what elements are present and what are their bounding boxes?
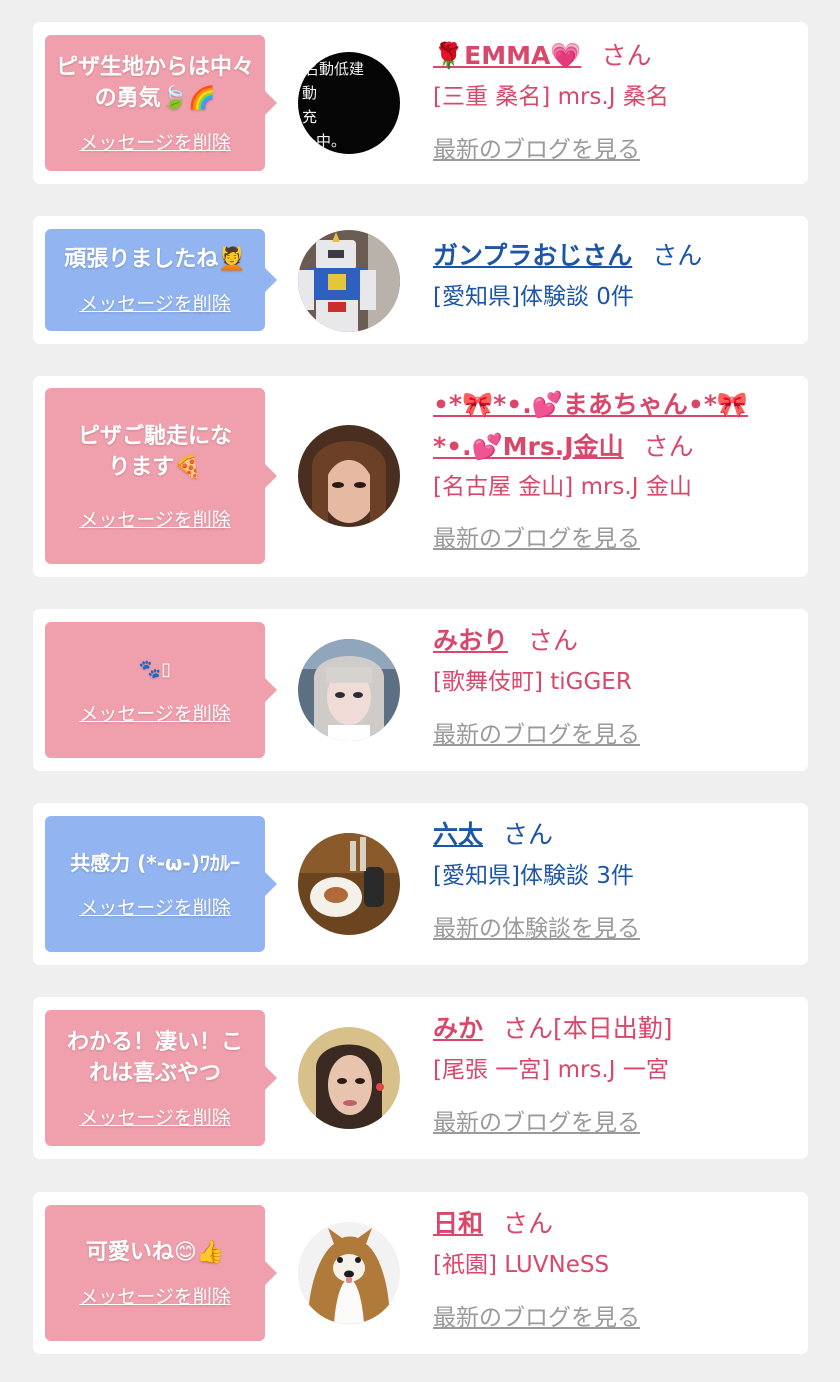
user-info: ガンプラおじさん さん [愛知県]体験談 0件 xyxy=(433,234,792,314)
user-avatar[interactable] xyxy=(298,833,400,935)
shop-label: [名古屋 金山] mrs.J 金山 xyxy=(433,474,692,500)
latest-blog-link[interactable]: 最新のブログを見る xyxy=(433,1106,792,1140)
message-text: 可愛いね😊👍 xyxy=(85,1240,225,1265)
message-bubble: 共感力 (*-ω-)ﾜｶﾙｰ メッセージを削除 xyxy=(45,816,277,952)
honorific: さん xyxy=(652,241,703,270)
user-info: 六太 さん [愛知県]体験談 3件 最新の体験談を見る xyxy=(433,813,792,946)
user-avatar[interactable] xyxy=(298,1027,400,1129)
woman-avatar-icon xyxy=(298,1027,400,1129)
shop-label: [愛知県]体験談 0件 xyxy=(433,284,634,310)
delete-message-link[interactable]: メッセージを削除 xyxy=(79,128,231,155)
user-name-link[interactable]: 六太 xyxy=(433,820,483,849)
user-name-link[interactable]: 日和 xyxy=(433,1209,483,1238)
food-plate-avatar-icon xyxy=(298,833,400,935)
honorific: さん xyxy=(528,626,579,655)
delete-message-link[interactable]: メッセージを削除 xyxy=(79,505,231,532)
message-text: ピザご馳走になります🍕 xyxy=(77,423,232,480)
message-card: 頑張りましたね💆 メッセージを削除 ガンプラおじさん さん [愛知県]体験談 0件 xyxy=(33,216,808,344)
message-card: ピザ生地からは中々の勇気🍃🌈 メッセージを削除 名動低建 動 充 中。 🌹EMM… xyxy=(33,22,808,184)
message-bubble: ピザ生地からは中々の勇気🍃🌈 メッセージを削除 xyxy=(45,35,277,171)
woman-avatar-icon xyxy=(298,425,400,527)
honorific: さん[本日出勤] xyxy=(503,1014,673,1043)
user-avatar[interactable] xyxy=(298,230,400,332)
shop-label: [歌舞伎町] tiGGER xyxy=(433,669,632,695)
message-text: わかる！凄い！これは喜ぶやつ xyxy=(66,1029,243,1086)
latest-blog-link[interactable]: 最新のブログを見る xyxy=(433,718,792,752)
message-text: ピザ生地からは中々の勇気🍃🌈 xyxy=(55,54,254,111)
message-bubble: 可愛いね😊👍 メッセージを削除 xyxy=(45,1205,277,1341)
user-name-link[interactable]: 🌹EMMA💗 xyxy=(433,41,581,70)
message-bubble: 頑張りましたね💆 メッセージを削除 xyxy=(45,229,277,331)
delete-message-link[interactable]: メッセージを削除 xyxy=(79,893,231,920)
message-text: 頑張りましたね💆 xyxy=(64,247,246,272)
message-bubble: ピザご馳走になります🍕 メッセージを削除 xyxy=(45,388,277,564)
blackboard-text-avatar-icon: 名動低建 動 充 中。 xyxy=(298,52,400,154)
user-info: 日和 さん [祇園] LUVNeSS 最新のブログを見る xyxy=(433,1202,792,1335)
message-card: わかる！凄い！これは喜ぶやつ メッセージを削除 みか さん[本日出勤] [尾張 一… xyxy=(33,997,808,1159)
message-text: 🐾▯ xyxy=(138,659,172,680)
svg-text:名動低建: 名動低建 xyxy=(304,60,364,78)
user-avatar[interactable] xyxy=(298,425,400,527)
user-avatar[interactable] xyxy=(298,639,400,741)
delete-message-link[interactable]: メッセージを削除 xyxy=(79,1282,231,1309)
message-card: 可愛いね😊👍 メッセージを削除 日和 さん [祇園] LUVNeSS 最新のブログ… xyxy=(33,1192,808,1354)
user-name-link[interactable]: みか xyxy=(433,1014,483,1043)
user-info: 🌹EMMA💗 さん [三重 桑名] mrs.J 桑名 最新のブログを見る xyxy=(433,34,792,167)
message-card: 🐾▯ メッセージを削除 みおり さん [歌舞伎町] tiGGER 最新のブログを見… xyxy=(33,609,808,771)
delete-message-link[interactable]: メッセージを削除 xyxy=(79,1103,231,1130)
honorific: さん xyxy=(601,41,652,70)
user-avatar[interactable]: 名動低建 動 充 中。 xyxy=(298,52,400,154)
svg-text:中。: 中。 xyxy=(316,132,346,150)
robot-model-avatar-icon xyxy=(298,230,400,332)
message-card: 共感力 (*-ω-)ﾜｶﾙｰ メッセージを削除 六太 さん [愛知県]体験談 3件… xyxy=(33,803,808,965)
shop-label: [尾張 一宮] mrs.J 一宮 xyxy=(433,1057,669,1083)
user-info: •*🎀*•.💕まあちゃん•*🎀*•.💕Mrs.J金山 さん [名古屋 金山] mr… xyxy=(433,384,792,556)
shop-label: [三重 桑名] mrs.J 桑名 xyxy=(433,84,669,110)
user-info: みか さん[本日出勤] [尾張 一宮] mrs.J 一宮 最新のブログを見る xyxy=(433,1007,792,1140)
delete-message-link[interactable]: メッセージを削除 xyxy=(79,289,231,316)
delete-message-link[interactable]: メッセージを削除 xyxy=(79,699,231,726)
message-text: 共感力 (*-ω-)ﾜｶﾙｰ xyxy=(70,851,240,875)
message-bubble: わかる！凄い！これは喜ぶやつ メッセージを削除 xyxy=(45,1010,277,1146)
honorific: さん xyxy=(503,820,554,849)
latest-blog-link[interactable]: 最新のブログを見る xyxy=(433,522,792,556)
latest-blog-link[interactable]: 最新のブログを見る xyxy=(433,133,792,167)
girl-avatar-icon xyxy=(298,639,400,741)
honorific: さん xyxy=(503,1209,554,1238)
dog-avatar-icon xyxy=(298,1222,400,1324)
latest-report-link[interactable]: 最新の体験談を見る xyxy=(433,912,792,946)
svg-text:動: 動 xyxy=(302,84,317,102)
user-name-link[interactable]: ガンプラおじさん xyxy=(433,241,632,270)
user-info: みおり さん [歌舞伎町] tiGGER 最新のブログを見る xyxy=(433,619,792,752)
user-name-link[interactable]: •*🎀*•.💕まあちゃん•*🎀*•.💕Mrs.J金山 xyxy=(433,390,748,461)
shop-label: [祇園] LUVNeSS xyxy=(433,1252,610,1278)
user-name-link[interactable]: みおり xyxy=(433,626,508,655)
message-card: ピザご馳走になります🍕 メッセージを削除 •*🎀*•.💕まあちゃん•*🎀*•.💕… xyxy=(33,376,808,577)
user-avatar[interactable] xyxy=(298,1222,400,1324)
svg-text:充: 充 xyxy=(302,108,317,126)
latest-blog-link[interactable]: 最新のブログを見る xyxy=(433,1301,792,1335)
honorific: さん xyxy=(643,432,694,461)
shop-label: [愛知県]体験談 3件 xyxy=(433,863,634,889)
message-bubble: 🐾▯ メッセージを削除 xyxy=(45,622,277,758)
